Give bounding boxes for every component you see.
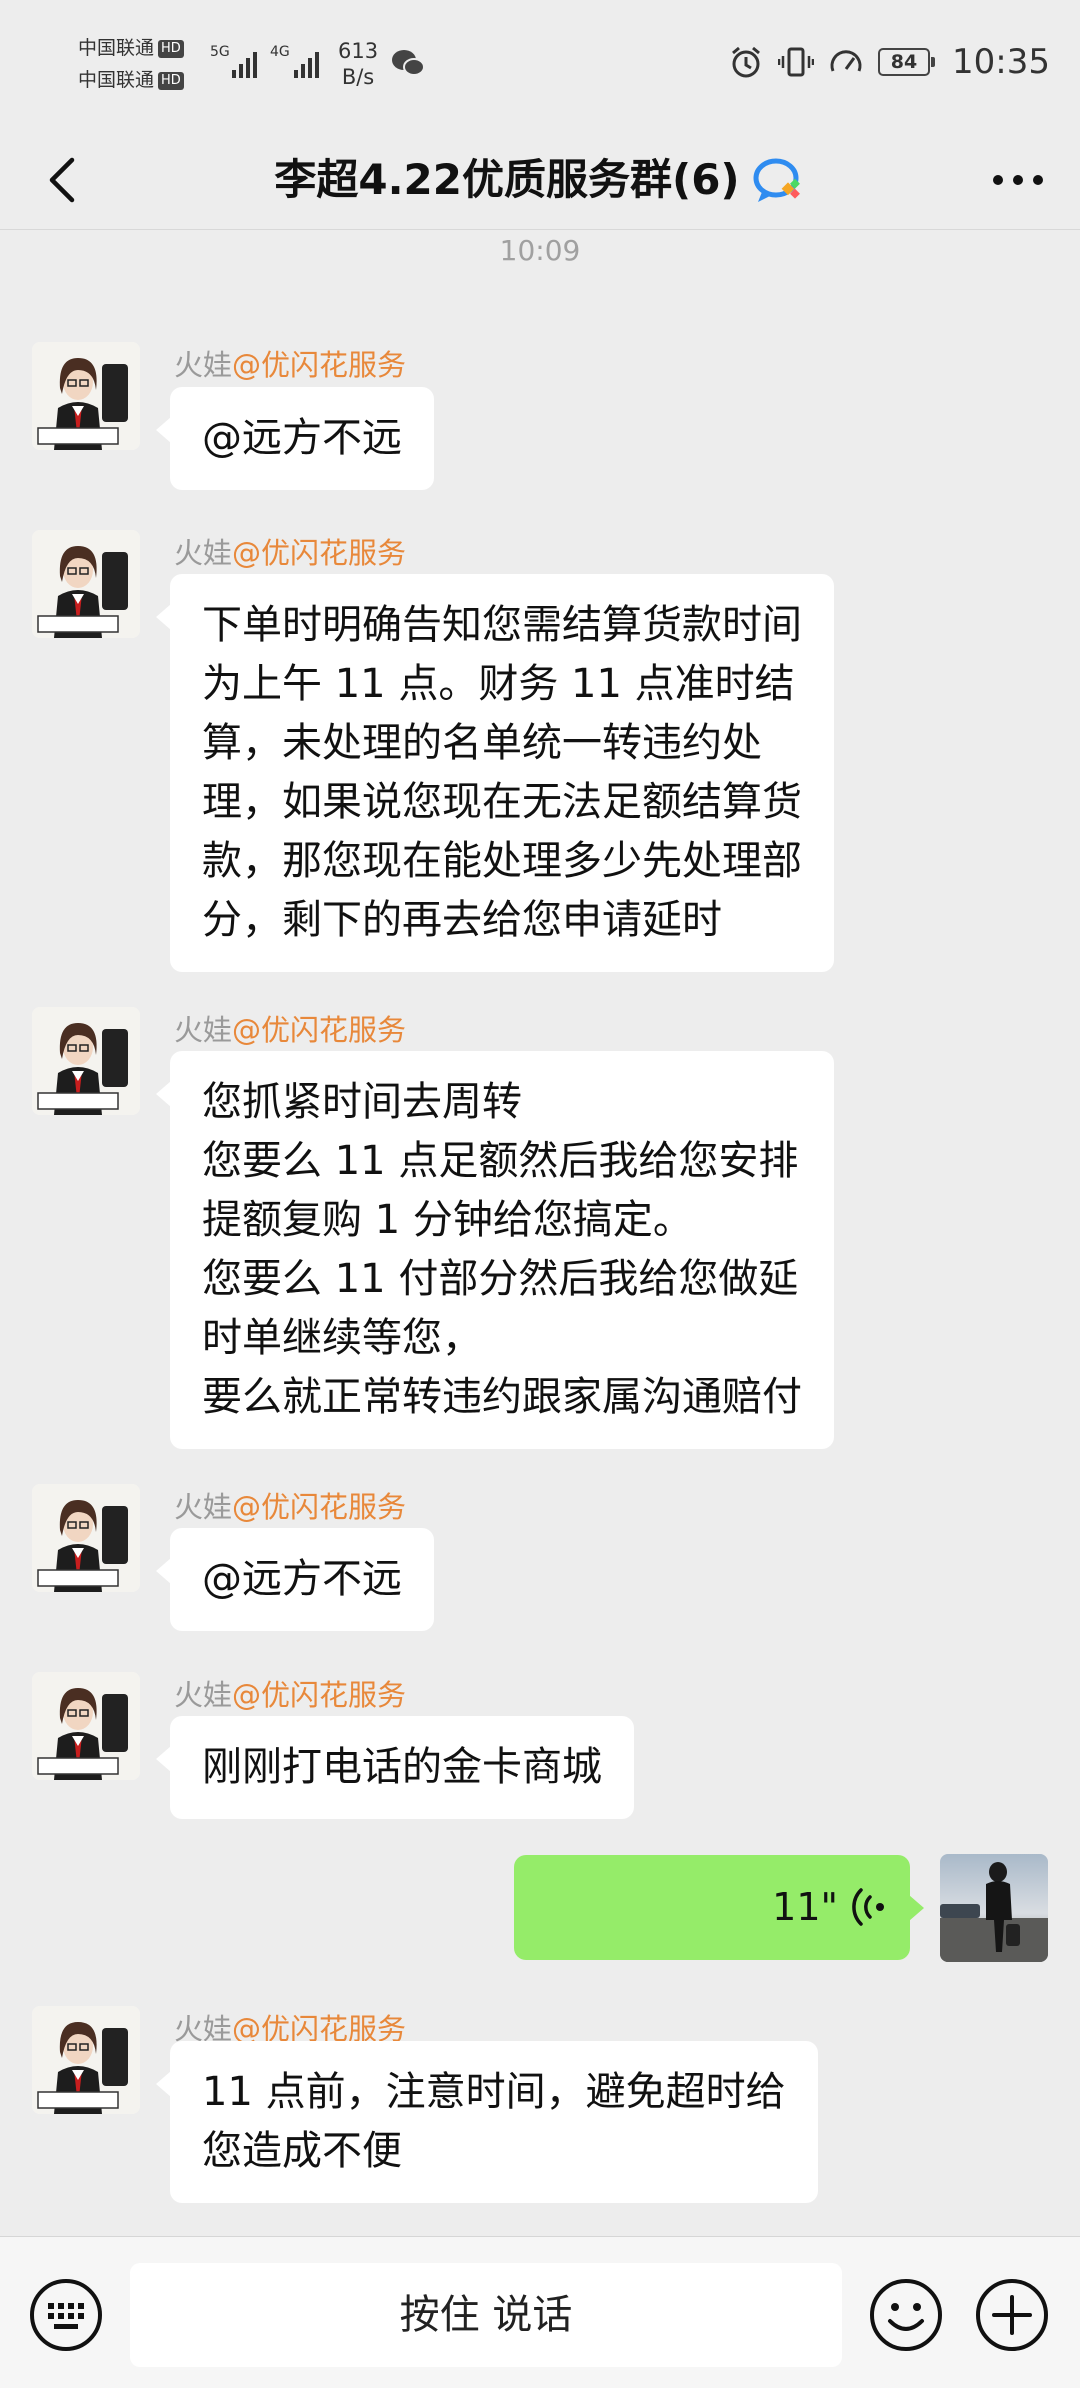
message-line: @远方不远 [202, 415, 402, 461]
title-bar: 李超4.22优质服务群(6) [0, 130, 1080, 230]
sender-avatar[interactable] [32, 2006, 140, 2114]
enterprise-group-icon [753, 158, 800, 202]
voice-wave-icon [852, 1888, 884, 1926]
avatar-illustration [32, 1484, 140, 1592]
speedometer-icon [830, 50, 862, 72]
hold-to-talk-button[interactable]: 按住 说话 [130, 2263, 842, 2367]
status-right: 84 10:35 [728, 40, 1050, 84]
message-line: 为上午 11 点。财务 11 点准时结 [202, 661, 795, 707]
vibrate-icon [778, 47, 815, 77]
back-icon[interactable] [38, 152, 94, 208]
input-bar: 按住 说话 [0, 2236, 1080, 2388]
clock: 10:35 [952, 42, 1050, 82]
sender-name: 火娃@优闪花服务 [174, 348, 407, 382]
avatar-illustration [32, 530, 140, 638]
avatar-illustration [32, 1007, 140, 1115]
message-line: 提额复购 1 分钟给您搞定。 [202, 1197, 693, 1243]
status-bar: 中国联通 HD 中国联通 HD 5G 4G 613 B/s 84 10:35 [0, 0, 1080, 130]
message-line: 您抓紧时间去周转 [202, 1079, 522, 1125]
message-line: 款，那您现在能处理多少先处理部 [202, 838, 802, 884]
sender-avatar[interactable] [32, 530, 140, 638]
sender-avatar[interactable] [32, 1672, 140, 1780]
net-speed: 613 B/s [338, 39, 379, 89]
my-avatar[interactable] [940, 1854, 1048, 1962]
message-bubble[interactable]: @远方不远 [156, 387, 434, 490]
sender-name: 火娃@优闪花服务 [174, 536, 407, 570]
alarm-icon [732, 46, 760, 78]
message-line: 分，剩下的再去给您申请延时 [202, 897, 722, 943]
signal-1-label: 5G [210, 44, 230, 60]
message-bubble[interactable]: @远方不远 [156, 1528, 434, 1631]
message-line: 时单继续等您， [202, 1315, 482, 1361]
message-bubble[interactable]: 11 点前，注意时间，避免超时给 您造成不便 [156, 2041, 818, 2203]
message-line: 您要么 11 点足额然后我给您安排 [202, 1138, 799, 1184]
emoji-icon[interactable] [868, 2277, 944, 2353]
message-line: 理，如果说您现在无法足额结算货 [202, 779, 802, 825]
plus-icon[interactable] [974, 2277, 1050, 2353]
message-line: 您造成不便 [202, 2128, 402, 2174]
message-line: 11 点前，注意时间，避免超时给 [202, 2069, 786, 2115]
more-options-icon[interactable] [986, 152, 1050, 208]
sender-name: 火娃@优闪花服务 [174, 1678, 407, 1712]
signal-1-bars-icon [232, 48, 257, 78]
chat-title: 李超4.22优质服务群(6) [0, 130, 1080, 230]
message-line: @远方不远 [202, 1556, 402, 1602]
wechat-icon [392, 50, 425, 76]
signal-2-label: 4G [270, 44, 290, 60]
message-line: 要么就正常转违约跟家属沟通赔付 [202, 1374, 802, 1420]
message-line: 刚刚打电话的金卡商城 [202, 1744, 602, 1790]
carrier-1: 中国联通 HD [78, 36, 184, 60]
signal-2-bars-icon [294, 48, 319, 78]
message-line: 算，未处理的名单统一转违约处 [202, 720, 762, 766]
voice-message-bubble[interactable]: 11" [514, 1855, 924, 1960]
keyboard-icon[interactable] [28, 2277, 104, 2353]
avatar-illustration [32, 2006, 140, 2114]
message-bubble[interactable]: 刚刚打电话的金卡商城 [156, 1716, 634, 1819]
message-line: 下单时明确告知您需结算货款时间 [202, 602, 802, 648]
sender-avatar[interactable] [32, 1007, 140, 1115]
message-bubble[interactable]: 下单时明确告知您需结算货款时间 为上午 11 点。财务 11 点准时结 算，未处… [156, 574, 834, 972]
voice-duration: 11" [772, 1885, 838, 1929]
avatar-illustration [32, 342, 140, 450]
sender-avatar[interactable] [32, 1484, 140, 1592]
avatar-illustration [32, 1672, 140, 1780]
sender-name: 火娃@优闪花服务 [174, 1013, 407, 1047]
chat-title-text: 李超4.22优质服务群(6) [274, 155, 740, 204]
message-bubble[interactable]: 您抓紧时间去周转 您要么 11 点足额然后我给您安排 提额复购 1 分钟给您搞定… [156, 1051, 834, 1449]
sender-name: 火娃@优闪花服务 [174, 1490, 407, 1524]
avatar-photo [940, 1854, 1048, 1962]
carrier-2: 中国联通 HD [78, 68, 184, 92]
chat-timestamp: 10:09 [499, 234, 581, 267]
sender-avatar[interactable] [32, 342, 140, 450]
message-line: 您要么 11 付部分然后我给您做延 [202, 1256, 799, 1302]
battery-icon: 84 [878, 48, 936, 76]
